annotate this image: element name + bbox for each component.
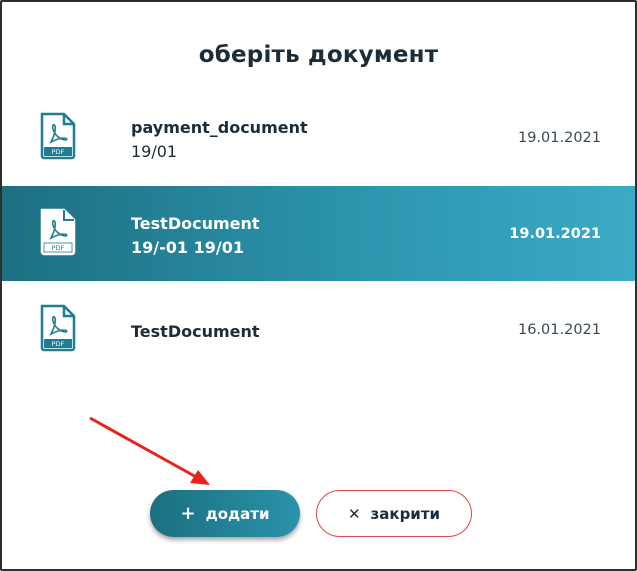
pdf-file-icon: PDF <box>40 208 76 256</box>
plus-icon: + <box>180 503 196 524</box>
document-date: 19.01.2021 <box>509 226 601 242</box>
add-button-label: додати <box>205 504 270 523</box>
document-name: TestDocument <box>131 214 260 233</box>
document-row[interactable]: PDF payment_document 19/01 19.01.2021 <box>2 90 635 185</box>
document-name: payment_document <box>131 118 308 137</box>
pdf-label: PDF <box>52 244 65 252</box>
document-subtitle: 19/01 <box>131 142 178 161</box>
pdf-label: PDF <box>52 148 65 156</box>
choose-document-dialog: оберіть документ PDF payment_document 19… <box>0 0 637 571</box>
document-row[interactable]: PDF TestDocument 16.01.2021 <box>2 282 635 377</box>
close-icon: ✕ <box>347 504 361 523</box>
document-date: 16.01.2021 <box>517 322 601 338</box>
document-subtitle: 19/-01 19/01 <box>131 238 244 257</box>
dialog-title: оберіть документ <box>198 42 439 68</box>
pdf-file-icon: PDF <box>40 112 76 160</box>
close-button-label: закрити <box>370 504 441 523</box>
pdf-file-icon: PDF <box>40 304 76 352</box>
add-button[interactable]: + додати <box>150 490 300 537</box>
pdf-label: PDF <box>52 340 65 348</box>
document-date: 19.01.2021 <box>517 130 601 146</box>
close-button[interactable]: ✕ закрити <box>316 490 472 537</box>
document-name: TestDocument <box>131 322 260 341</box>
document-row-selected[interactable]: PDF TestDocument 19/-01 19/01 19.01.2021 <box>2 186 635 281</box>
